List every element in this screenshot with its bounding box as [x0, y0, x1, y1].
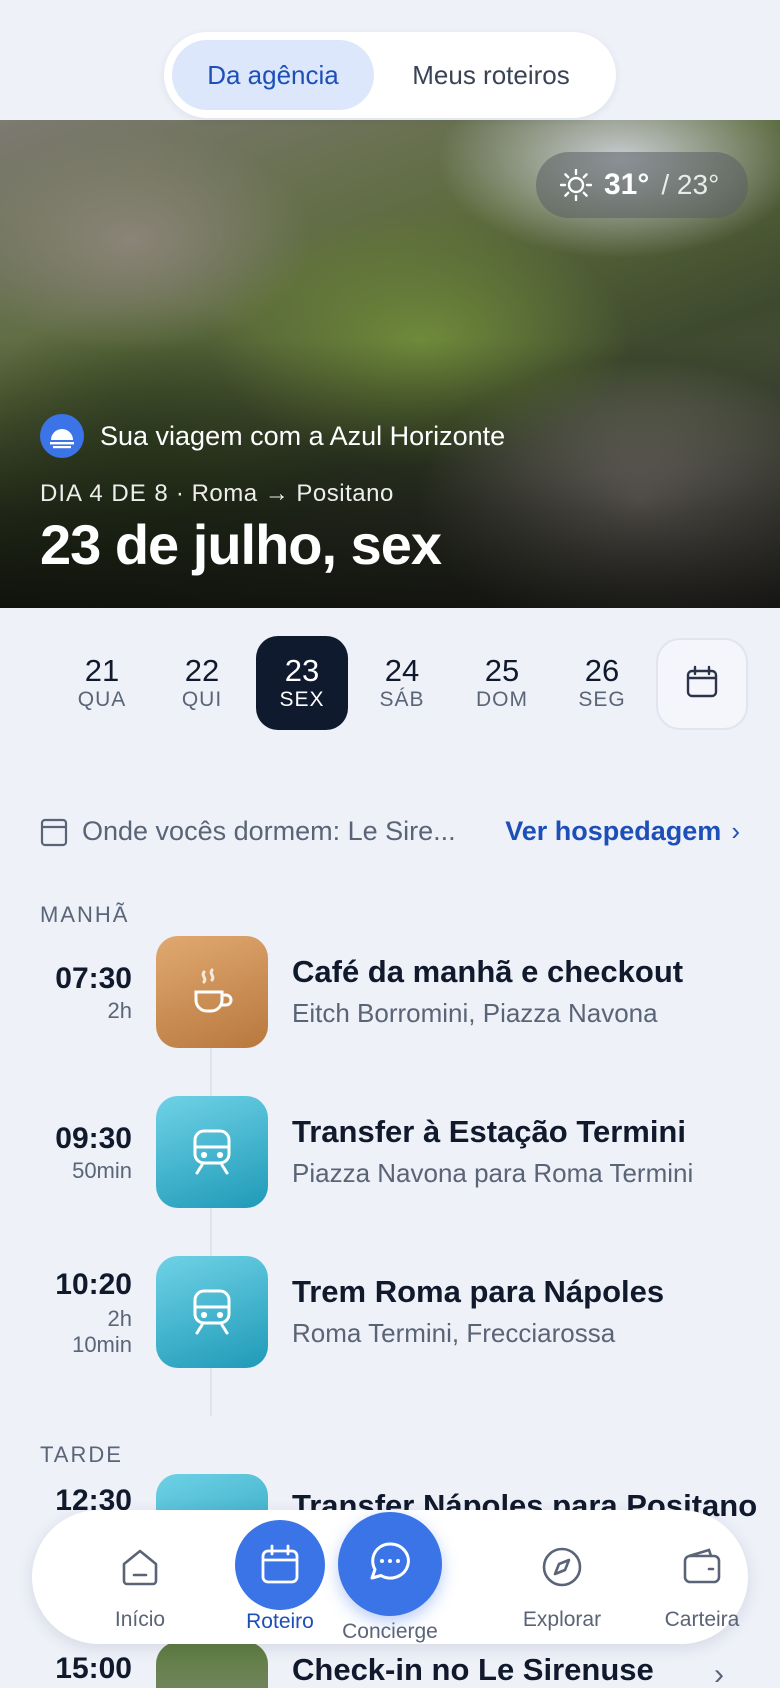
itinerary-source-toggle: Da agência Meus roteiros: [164, 32, 616, 118]
day-chip[interactable]: 26 SEG: [556, 636, 648, 730]
section-afternoon: TARDE: [40, 1442, 123, 1467]
timeline-connector: [210, 1368, 212, 1416]
home-icon: [117, 1544, 163, 1590]
temp-high: 31°: [604, 168, 650, 201]
day-weekday: DOM: [476, 688, 528, 711]
day-label: DIA 4 DE 8: [40, 480, 169, 507]
hotel-icon: [40, 817, 68, 847]
accommodation-text: Onde vocês dormem: Le Sire...: [82, 816, 456, 846]
day-chip-selected[interactable]: 23 SEX: [256, 636, 348, 730]
nav-itinerary-label: Roteiro: [246, 1610, 314, 1633]
day-number: 21: [84, 653, 120, 688]
day-weekday: SEG: [578, 688, 626, 711]
concierge-label: Concierge: [342, 1620, 438, 1643]
nav-wallet[interactable]: Carteira: [642, 1510, 762, 1644]
item-time: 10:20: [55, 1268, 132, 1301]
day-number: 25: [484, 653, 520, 688]
item-time: 09:30: [55, 1122, 132, 1155]
calendar-icon: [257, 1542, 303, 1588]
tab-agency[interactable]: Da agência: [172, 40, 374, 110]
nav-home[interactable]: Início: [80, 1510, 200, 1644]
item-duration: 2h: [107, 998, 132, 1023]
item-duration-extra: 10min: [72, 1332, 132, 1357]
weather-badge[interactable]: 31° / 23°: [536, 152, 748, 218]
calendar-button[interactable]: [656, 638, 748, 730]
chevron-right-icon: ›: [714, 1658, 724, 1688]
compass-icon: [539, 1544, 585, 1590]
day-weekday: SEX: [279, 688, 325, 711]
hotel-photo: [156, 1642, 268, 1688]
day-chip[interactable]: 21 QUA: [56, 636, 148, 730]
chevron-right-icon: ›: [731, 816, 740, 846]
accommodation-row: Onde vocês dormem: Le Sire... Ver hosped…: [40, 816, 740, 847]
nav-home-label: Início: [114, 1608, 166, 1631]
temp-low: / 23°: [661, 169, 720, 200]
nav-wallet-label: Carteira: [664, 1608, 740, 1631]
day-weekday: SÁB: [379, 688, 425, 711]
itinerary-item[interactable]: 10:20 2h 10min Trem Roma para Nápoles Ro…: [0, 1256, 780, 1368]
item-title: Check-in no Le Sirenuse: [292, 1652, 654, 1687]
view-accommodation-link[interactable]: Ver hospedagem: [505, 816, 721, 847]
item-subtitle: Piazza Navona para Roma Termini: [292, 1158, 694, 1188]
page-title: 23 de julho, sex: [40, 513, 442, 576]
timeline-connector: [210, 1208, 212, 1256]
item-subtitle: Eitch Borromini, Piazza Navona: [292, 998, 658, 1028]
chat-icon: [366, 1538, 414, 1591]
nav-itinerary[interactable]: Roteiro: [220, 1510, 340, 1644]
route-label: · Roma → Positano: [175, 480, 394, 507]
item-title: Transfer à Estação Termini: [292, 1114, 686, 1149]
day-route: DIA 4 DE 8 · Roma → Positano: [40, 480, 394, 508]
section-morning: MANHÃ: [40, 902, 130, 927]
coffee-icon: [156, 936, 268, 1048]
itinerary-item[interactable]: 15:00 Check-in no Le Sirenuse ›: [0, 1642, 780, 1688]
tab-my-itineraries[interactable]: Meus roteiros: [374, 40, 608, 110]
day-chip[interactable]: 25 DOM: [456, 636, 548, 730]
day-chip[interactable]: 22 QUI: [156, 636, 248, 730]
item-time: 07:30: [55, 962, 132, 995]
itinerary-item[interactable]: 09:30 50min Transfer à Estação Termini P…: [0, 1096, 780, 1208]
item-duration: 50min: [72, 1158, 132, 1183]
concierge-button[interactable]: [338, 1512, 442, 1616]
item-title: Café da manhã e checkout: [292, 954, 684, 989]
day-number: 24: [384, 653, 420, 688]
itinerary-item[interactable]: 07:30 2h Café da manhã e checkout Eitch …: [0, 936, 780, 1048]
timeline-connector: [210, 1048, 212, 1096]
sun-icon: [559, 168, 593, 202]
day-number: 23: [284, 653, 320, 688]
nav-explore-label: Explorar: [522, 1608, 602, 1631]
day-weekday: QUI: [181, 688, 223, 711]
calendar-icon: [685, 665, 719, 704]
agency-banner: Sua viagem com a Azul Horizonte: [40, 414, 505, 458]
train-icon: [156, 1096, 268, 1208]
item-subtitle: Roma Termini, Frecciarossa: [292, 1318, 616, 1348]
train-icon: [156, 1256, 268, 1368]
day-number: 22: [184, 653, 220, 688]
agency-logo-icon: [40, 414, 84, 458]
nav-explore[interactable]: Explorar: [502, 1510, 622, 1644]
item-duration: 2h: [107, 1306, 132, 1331]
day-number: 26: [584, 653, 620, 688]
item-time: 15:00: [55, 1652, 132, 1685]
day-weekday: QUA: [77, 688, 127, 711]
day-strip: 21 QUA 22 QUI 23 SEX 24 SÁB 25 DOM 26 SEG: [56, 636, 656, 730]
day-chip[interactable]: 24 SÁB: [356, 636, 448, 730]
item-title: Trem Roma para Nápoles: [292, 1274, 665, 1309]
agency-text: Sua viagem com a Azul Horizonte: [100, 420, 506, 451]
wallet-icon: [679, 1544, 725, 1590]
